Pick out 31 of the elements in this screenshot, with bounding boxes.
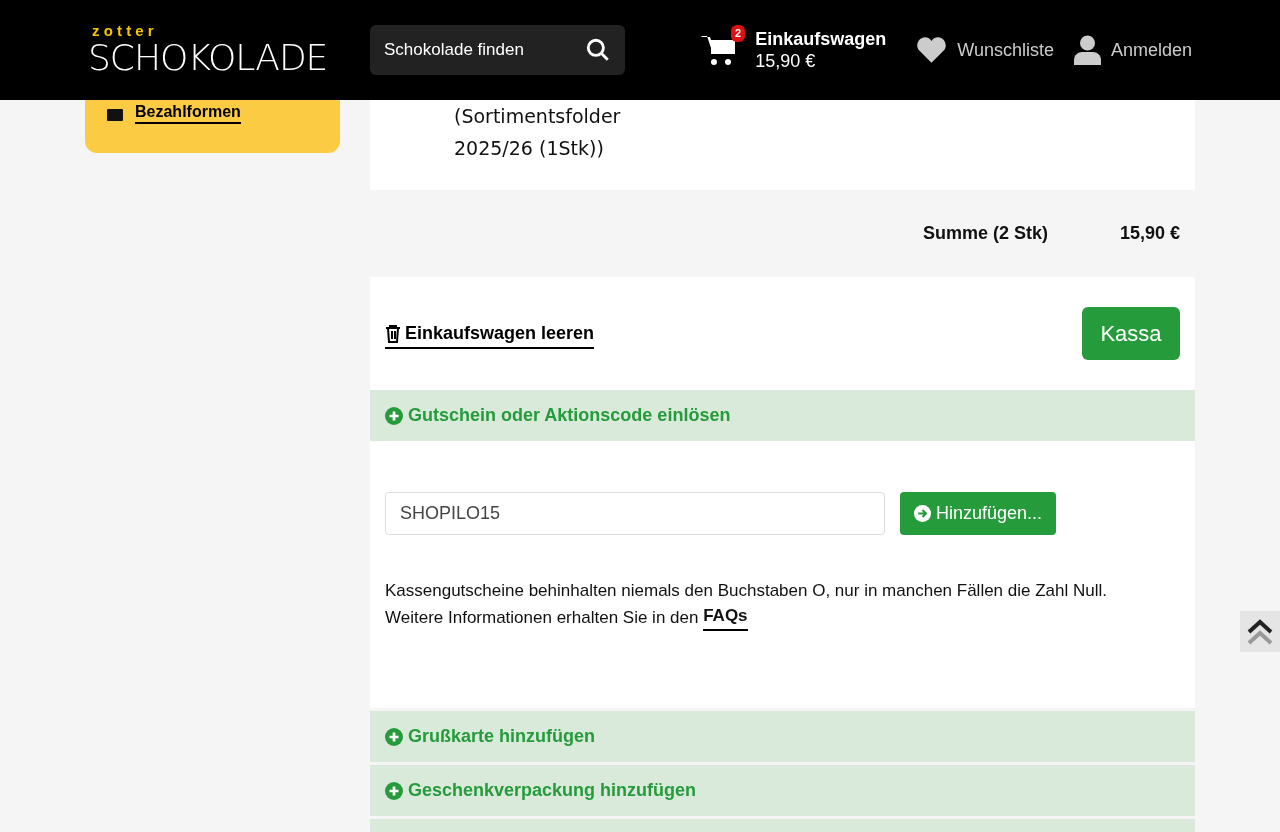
payment-methods-link[interactable]: Bezahlformen: [135, 102, 241, 124]
wishlist-link[interactable]: Wunschliste: [957, 36, 1054, 64]
arrow-circle-icon: [914, 505, 931, 522]
clear-cart-link[interactable]: Einkaufswagen leeren: [385, 320, 595, 349]
coupon-note: Kassengutscheine behinhalten niemals den Buchstaben O, nur in manchen Fällen die Zahl Null.: [385, 580, 1108, 602]
info-text: Weitere Informationen erhalten Sie in den: [385, 607, 700, 629]
cart-total: 15,90 €: [755, 50, 817, 73]
product-title-line: 2025/26 (1Stk)): [454, 136, 605, 161]
sum-label: Summe (2 Stk): [922, 222, 1048, 245]
cart-label[interactable]: Einkaufswagen: [755, 27, 887, 50]
trash-icon: [385, 324, 401, 343]
faq-link[interactable]: FAQs: [703, 604, 748, 631]
checkout-button[interactable]: Kassa: [1082, 307, 1180, 360]
sum-value: 15,90 €: [1119, 222, 1180, 245]
cart-count-badge: 2: [731, 25, 746, 42]
coupon-code-field[interactable]: SHOPILO15: [385, 492, 885, 535]
heart-icon[interactable]: [916, 36, 948, 64]
user-icon[interactable]: [1073, 35, 1101, 65]
add-coupon-button[interactable]: Hinzufügen...: [900, 492, 1057, 535]
search-icon[interactable]: [585, 37, 611, 63]
scroll-top-button[interactable]: [1240, 611, 1280, 652]
double-chevron-up-icon: [1246, 617, 1274, 646]
logo-wordmark[interactable]: SCHOKOLADE: [88, 39, 328, 77]
plus-circle-icon: [385, 781, 403, 800]
logo-tagline[interactable]: z o t t e r: [88, 23, 154, 39]
search-field[interactable]: Schokolade finden: [370, 25, 625, 75]
product-title-line: (Sortimentsfolder: [454, 104, 622, 129]
plus-circle-icon: [385, 406, 403, 425]
plus-circle-icon: [385, 727, 403, 746]
payment-icon: [107, 107, 123, 121]
login-link[interactable]: Anmelden: [1110, 36, 1192, 64]
